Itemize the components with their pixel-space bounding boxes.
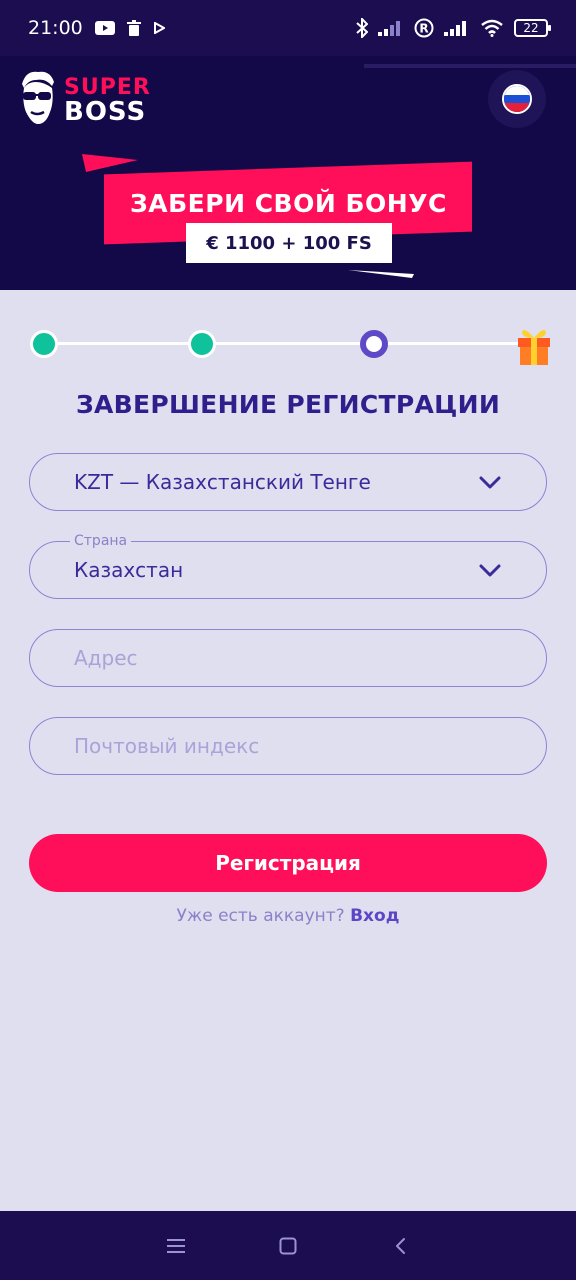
trash-icon [126,20,141,36]
registered-icon: R [414,18,434,38]
battery-icon: 22 [514,19,551,37]
login-link[interactable]: Вход [350,906,399,926]
address-field[interactable] [29,629,547,687]
chevron-down-icon [478,471,502,495]
steps-line [44,342,534,345]
registration-steps [30,320,552,366]
youtube-icon [94,21,115,35]
page-title: ЗАВЕРШЕНИЕ РЕГИСТРАЦИИ [75,390,501,419]
status-time: 21:00 [28,17,83,39]
play-icon [153,22,165,34]
status-left: 21:00 [28,17,165,39]
login-row: Уже есть аккаунт? Вход [0,906,576,926]
logo-text: SUPER BOSS [64,76,151,127]
step-3-current [360,330,388,358]
address-input[interactable] [74,646,502,670]
boss-mascot-icon [16,68,58,132]
status-bar: 21:00 R 22 [0,0,576,56]
country-select[interactable]: Страна Казахстан [29,533,547,599]
status-right: R 22 [356,18,551,38]
signal-icon [378,20,404,36]
step-1-done [30,330,58,358]
banner-bonus: € 1100 + 100 FS [206,232,372,254]
currency-select[interactable]: KZT — Казахстанский Тенге [29,453,547,511]
chevron-down-icon [478,559,502,583]
currency-value: KZT — Казахстанский Тенге [74,470,371,494]
language-button[interactable] [488,70,546,128]
postal-code-field[interactable] [29,717,547,775]
postal-code-input[interactable] [74,734,502,758]
navigation-bar [0,1211,576,1280]
gift-icon [516,324,550,365]
back-icon[interactable] [386,1232,414,1260]
wifi-icon [480,19,504,37]
logo[interactable]: SUPER BOSS [16,68,151,132]
register-button[interactable]: Регистрация [29,834,547,892]
country-value: Казахстан [74,558,184,582]
banner-title: ЗАБЕРИ СВОЙ БОНУС [129,188,447,218]
menu-icon[interactable] [162,1232,190,1260]
russia-flag-icon [502,84,532,114]
banner-bonus-box: € 1100 + 100 FS [186,223,392,263]
bonus-banner: ЗАБЕРИ СВОЙ БОНУС € 1100 + 100 FS [0,150,576,290]
header: SUPER BOSS ЗАБЕРИ СВОЙ БОНУС € 1100 + 10… [0,56,576,290]
home-icon[interactable] [274,1232,302,1260]
logo-boss: BOSS [64,97,147,127]
header-divider [364,64,576,68]
login-prompt: Уже есть аккаунт? [176,906,345,926]
bluetooth-icon [356,18,368,38]
country-label: Страна [70,533,132,549]
svg-text:R: R [419,22,428,36]
signal-icon [444,20,470,36]
step-2-done [188,330,216,358]
